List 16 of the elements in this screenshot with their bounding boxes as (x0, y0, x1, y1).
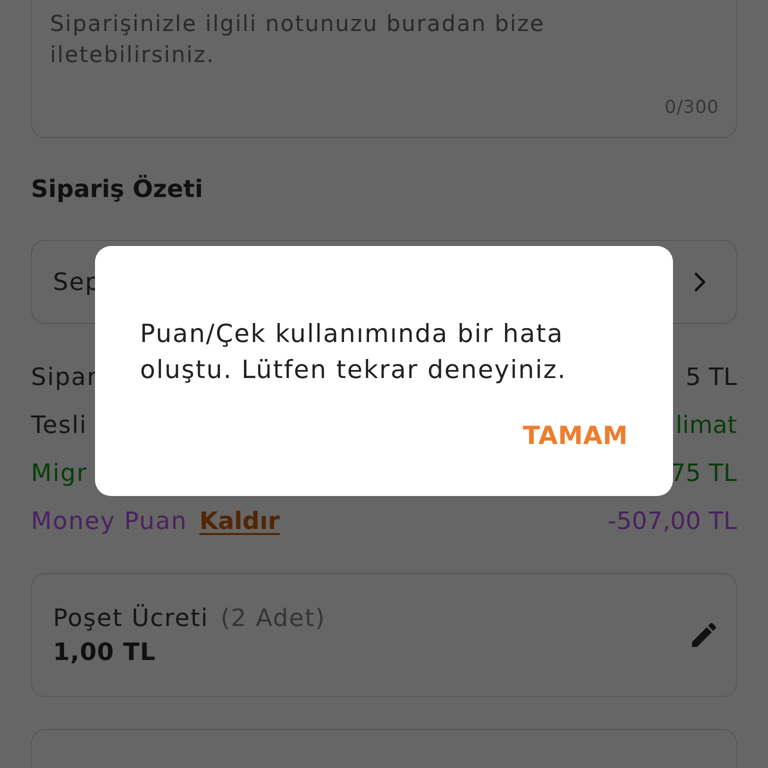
pencil-icon[interactable] (692, 623, 716, 647)
summary-label: Money Puan (31, 506, 188, 536)
summary-label: Sipar (31, 362, 98, 392)
dialog-message: Puan/Çek kullanımında bir hata oluştu. Lütfen tekrar deneyiniz. (140, 318, 568, 386)
remove-link[interactable]: Kaldır (199, 506, 280, 536)
section-title: Sipariş Özeti (31, 174, 204, 204)
summary-value: -507,00 TL (608, 506, 737, 536)
summary-value: 5 TL (686, 362, 737, 392)
summary-label: Migr (31, 458, 88, 488)
chevron-right-icon (694, 272, 706, 292)
summary-value: 75 TL (670, 458, 737, 488)
summary-value: limat (676, 410, 737, 440)
summary-label: Tesli (31, 410, 88, 440)
bag-fee-price: 1,00 TL (53, 638, 157, 666)
ok-button[interactable]: TAMAM (522, 420, 628, 452)
bag-fee-label: Poşet Ücreti (53, 604, 209, 632)
